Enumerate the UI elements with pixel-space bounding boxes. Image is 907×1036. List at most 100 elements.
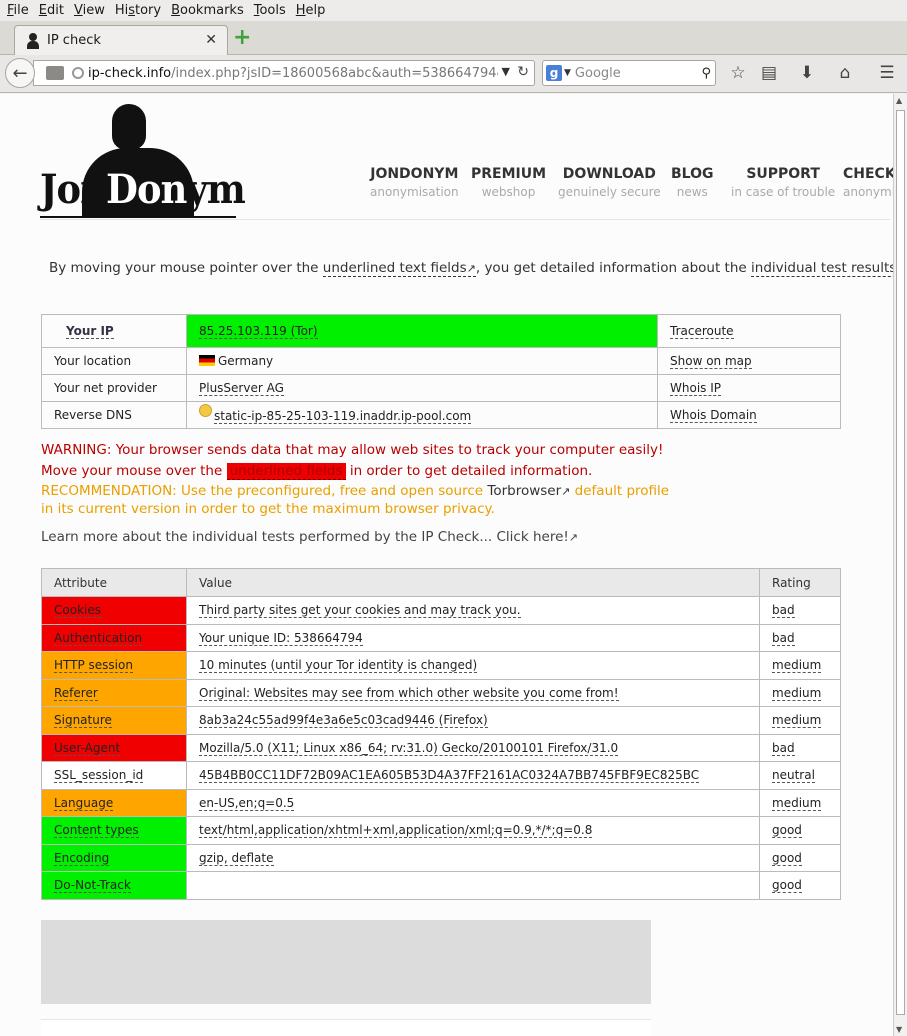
header-attribute: Attribute	[41, 568, 187, 597]
attr-rating[interactable]: medium	[772, 685, 822, 701]
germany-flag-icon	[199, 355, 215, 366]
home-icon[interactable]: ⌂	[834, 63, 856, 83]
attr-value[interactable]: Third party sites get your cookies and m…	[199, 603, 521, 619]
attr-value[interactable]: 10 minutes (until your Tor identity is c…	[199, 658, 478, 674]
table-row: User-Agent Mozilla/5.0 (X11; Linux x86_64…	[41, 733, 841, 762]
attr-name[interactable]: SSL_session_id	[54, 768, 144, 784]
traceroute-link[interactable]: Traceroute	[670, 324, 734, 339]
vertical-scrollbar[interactable]: ▲ ▼	[893, 94, 907, 1036]
menu-history[interactable]: History	[110, 3, 166, 18]
nav-check[interactable]: CHECKanonymit	[843, 166, 893, 199]
table-header-row: Attribute Value Rating	[41, 568, 841, 597]
attr-rating[interactable]: medium	[772, 658, 822, 674]
provider-value[interactable]: PlusServer AG	[199, 381, 284, 396]
nav-jondonym[interactable]: JONDONYM anonymisation	[370, 166, 459, 199]
underlined-fields-highlight[interactable]: underlined fields	[226, 463, 346, 480]
recommendation-text-line2: in its current version in order to get t…	[41, 501, 495, 517]
attr-name[interactable]: Content types	[54, 823, 139, 839]
attribute-table: Attribute Value Rating Cookies Third part…	[41, 568, 841, 900]
your-ip-label[interactable]: Your IP	[66, 324, 114, 339]
underlined-text-fields-link[interactable]: underlined text fields↗	[322, 260, 476, 277]
reload-icon[interactable]: ↻	[517, 64, 529, 80]
header-divider	[40, 219, 890, 220]
download-icon[interactable]: ⬇	[796, 63, 818, 83]
attr-value[interactable]: 45B4BB0CC11DF72B09AC1EA605B53D4A37FF2161…	[199, 768, 700, 784]
individual-test-results-link[interactable]: individual test results↗	[751, 260, 893, 277]
warning-text: WARNING: Your browser sends data that ma…	[41, 442, 664, 458]
back-button[interactable]: ←	[5, 58, 35, 88]
menu-view[interactable]: View	[69, 3, 110, 18]
tab-bar: IP check ✕ +	[0, 21, 907, 55]
attr-rating[interactable]: good	[772, 823, 802, 839]
url-path: /index.php?jsID=18600568abc&auth=5386647…	[171, 65, 499, 81]
torbrowser-link[interactable]: Torbrowser↗	[487, 483, 570, 499]
jondonym-favicon-icon	[25, 32, 41, 49]
attr-value[interactable]: en-US,en;q=0.5	[199, 795, 295, 811]
attr-name[interactable]: Authentication	[54, 630, 143, 646]
attr-value[interactable]: gzip, deflate	[199, 850, 274, 866]
nav-download[interactable]: DOWNLOAD genuinely secure	[558, 166, 661, 199]
jondonym-logo[interactable]: JonDonym	[40, 102, 246, 218]
hamburger-menu-icon[interactable]: ☰	[876, 63, 898, 83]
new-tab-plus-icon[interactable]: +	[233, 27, 251, 49]
attr-rating[interactable]: bad	[772, 630, 795, 646]
smiley-icon	[199, 403, 212, 417]
attr-rating[interactable]: good	[772, 878, 802, 894]
attr-rating[interactable]: neutral	[772, 768, 815, 784]
search-input[interactable]: Google	[575, 66, 702, 81]
whois-domain-link[interactable]: Whois Domain	[670, 408, 757, 423]
whois-ip-link[interactable]: Whois IP	[670, 381, 721, 396]
attr-rating[interactable]: medium	[772, 795, 822, 811]
recommendation-text: RECOMMENDATION: Use the preconfigured, f…	[41, 483, 670, 499]
learn-more-link[interactable]: Learn more about the individual tests pe…	[41, 529, 578, 545]
reading-list-icon[interactable]: ▤	[758, 63, 780, 83]
url-dropdown-icon[interactable]: ▼	[502, 65, 510, 78]
attr-value[interactable]: 8ab3a24c55ad99f4e3a6e5c03cad9446 (Firefo…	[199, 713, 488, 729]
attr-name[interactable]: Cookies	[54, 603, 101, 619]
attr-name[interactable]: Referer	[54, 685, 98, 701]
attr-name[interactable]: User-Agent	[54, 740, 121, 756]
show-on-map-link[interactable]: Show on map	[670, 354, 752, 369]
nav-support[interactable]: SUPPORT in case of trouble	[731, 166, 835, 199]
attr-value[interactable]: Mozilla/5.0 (X11; Linux x86_64; rv:31.0)…	[199, 740, 619, 756]
search-binoculars-icon[interactable]: ⚲	[701, 66, 711, 81]
logo-silhouette-head	[112, 104, 146, 150]
nav-premium[interactable]: PREMIUM webshop	[471, 166, 546, 199]
nav-blog[interactable]: BLOG news	[671, 166, 714, 199]
search-bar[interactable]: g ▼ Google ⚲	[542, 60, 716, 86]
attr-name[interactable]: Do-Not-Track	[54, 878, 131, 894]
menu-edit[interactable]: Edit	[34, 3, 69, 18]
close-tab-icon[interactable]: ✕	[205, 32, 217, 48]
url-bar[interactable]: ip-check.info /index.php?jsID=18600568ab…	[33, 60, 535, 86]
top-navigation: JONDONYM anonymisation PREMIUM webshop DOW…	[360, 166, 893, 206]
attr-value[interactable]: text/html,application/xhtml+xml,applicat…	[199, 823, 593, 839]
attr-rating[interactable]: bad	[772, 603, 795, 619]
attr-name[interactable]: Encoding	[54, 850, 110, 866]
tab-ip-check[interactable]: IP check ✕	[14, 25, 228, 55]
menu-bookmarks[interactable]: Bookmarks	[166, 3, 249, 18]
table-row: Your net provider PlusServer AG Whois IP	[41, 374, 841, 402]
table-row: HTTP session 10 minutes (until your Tor i…	[41, 651, 841, 680]
attr-name[interactable]: Language	[54, 795, 114, 811]
scrollbar-thumb[interactable]	[896, 110, 905, 1015]
attr-value[interactable]: Original: Websites may see from which ot…	[199, 685, 619, 701]
your-ip-value[interactable]: 85.25.103.119 (Tor)	[199, 324, 318, 339]
rdns-value[interactable]: static-ip-85-25-103-119.inaddr.ip-pool.c…	[214, 408, 472, 424]
search-engine-dropdown-icon[interactable]: ▼	[564, 68, 571, 78]
site-identity-globe-icon[interactable]	[72, 67, 84, 79]
rdns-label: Reverse DNS	[41, 401, 187, 429]
attr-name[interactable]: HTTP session	[54, 658, 133, 674]
logo-wordmark: JonDonym	[40, 166, 246, 213]
attr-rating[interactable]: medium	[772, 713, 822, 729]
attr-value[interactable]: Your unique ID: 538664794	[199, 630, 363, 646]
bookmark-star-icon[interactable]: ☆	[727, 63, 749, 83]
scroll-up-icon[interactable]: ▲	[896, 96, 902, 105]
attr-name[interactable]: Signature	[54, 713, 112, 729]
scroll-down-icon[interactable]: ▼	[896, 1025, 902, 1034]
google-engine-icon[interactable]: g	[546, 65, 562, 81]
menu-file[interactable]: File	[2, 3, 34, 18]
menu-help[interactable]: Help	[291, 3, 331, 18]
menu-tools[interactable]: Tools	[249, 3, 291, 18]
attr-rating[interactable]: good	[772, 850, 802, 866]
attr-rating[interactable]: bad	[772, 740, 795, 756]
